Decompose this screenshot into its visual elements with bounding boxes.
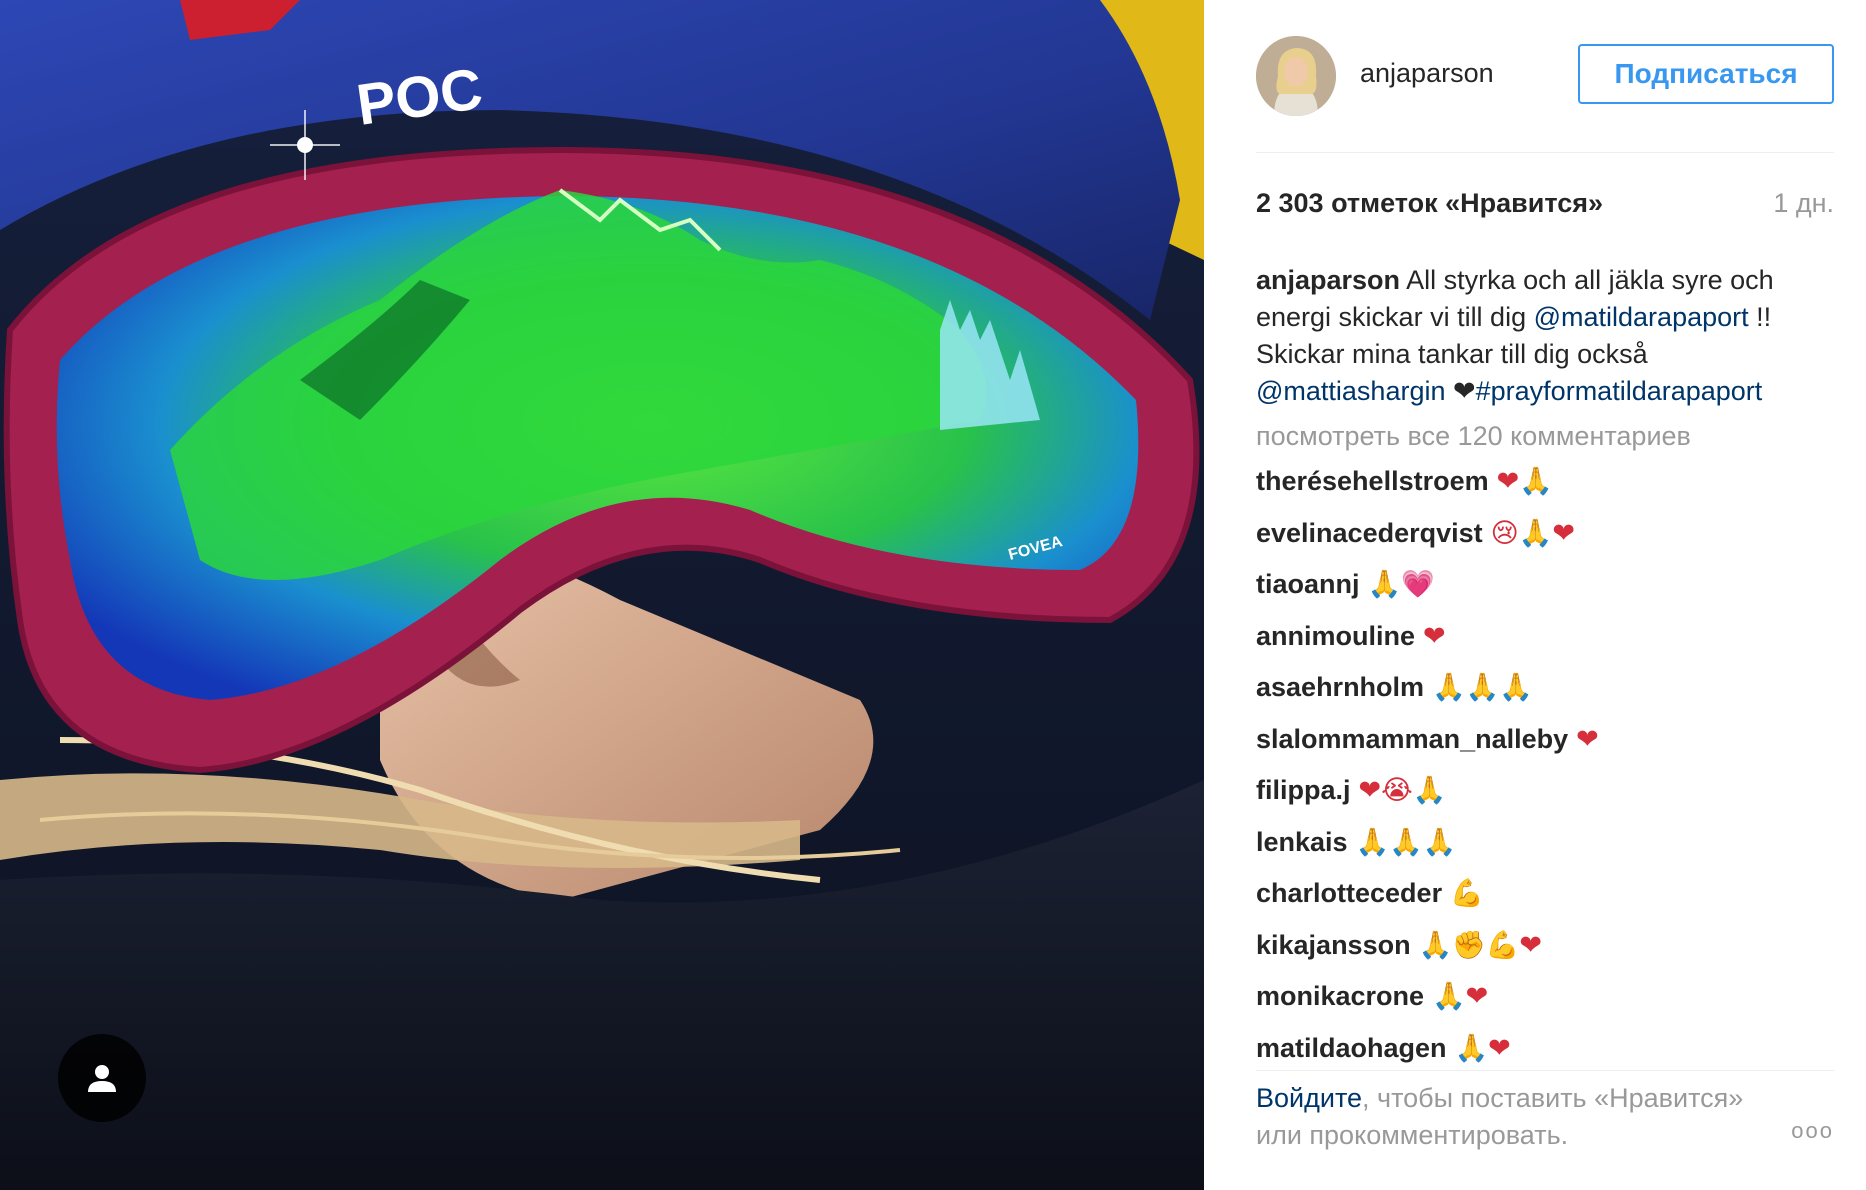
- login-prompt: Войдите, чтобы поставить «Нравится» или …: [1256, 1080, 1776, 1154]
- comment-item: tiaoannj 🙏💗: [1256, 559, 1834, 611]
- header-divider: [1256, 152, 1834, 153]
- comment-username[interactable]: annimouline: [1256, 621, 1415, 651]
- comment-text: 🙏🙏🙏: [1432, 672, 1533, 703]
- avatar-image: [1256, 36, 1336, 116]
- person-tag-icon: [88, 1065, 116, 1092]
- comment-item: matildaohagen 🙏❤: [1256, 1023, 1834, 1075]
- caption-username[interactable]: anjaparson: [1256, 265, 1400, 295]
- comment-text: ❤: [1576, 723, 1599, 755]
- comment-username[interactable]: asaehrnholm: [1256, 672, 1424, 702]
- post-timestamp[interactable]: 1 дн.: [1773, 188, 1834, 219]
- caption-mention-2[interactable]: @mattiashargin: [1256, 376, 1446, 406]
- comment-item: asaehrnholm 🙏🙏🙏: [1256, 662, 1834, 714]
- comment-text: ❤🙏: [1496, 466, 1553, 497]
- login-link[interactable]: Войдите: [1256, 1083, 1362, 1113]
- comment-text: 🙏💗: [1367, 569, 1435, 600]
- comment-list: therésehellstroem ❤🙏 evelinacederqvist 😢🙏❤…: [1256, 456, 1834, 1074]
- caption-heart: ❤: [1453, 376, 1476, 406]
- comment-text: 💪: [1450, 878, 1484, 909]
- avatar[interactable]: [1256, 36, 1336, 116]
- post-sidebar: anjaparson Подписаться 2 303 отметок «Нр…: [1204, 0, 1866, 1190]
- comment-item: therésehellstroem ❤🙏: [1256, 456, 1834, 508]
- comment-text: ❤😭🙏: [1358, 775, 1447, 806]
- comment-username[interactable]: lenkais: [1256, 827, 1348, 857]
- photo-illustration: POC FOVEA: [0, 0, 1204, 1190]
- comment-username[interactable]: evelinacederqvist: [1256, 518, 1483, 548]
- comment-username[interactable]: therésehellstroem: [1256, 466, 1489, 496]
- comment-username[interactable]: charlotteceder: [1256, 878, 1442, 908]
- footer-divider: [1256, 1070, 1834, 1071]
- comment-username[interactable]: slalommamman_nalleby: [1256, 724, 1568, 754]
- caption-mention-1[interactable]: @matildarapaport: [1534, 302, 1749, 332]
- comment-item: charlotteceder 💪: [1256, 868, 1834, 920]
- comments-section: anjaparson All styrka och all jäkla syre…: [1256, 262, 1834, 1074]
- comment-text: 🙏❤: [1432, 981, 1489, 1012]
- post-photo[interactable]: POC FOVEA: [0, 0, 1204, 1190]
- comment-username[interactable]: monikacrone: [1256, 981, 1424, 1011]
- comment-item: lenkais 🙏🙏🙏: [1256, 817, 1834, 869]
- comment-item: kikajansson 🙏✊💪❤: [1256, 920, 1834, 972]
- username-link[interactable]: anjaparson: [1360, 58, 1494, 89]
- comment-item: slalommamman_nalleby ❤: [1256, 714, 1834, 766]
- post-header: anjaparson Подписаться: [1256, 36, 1834, 116]
- instagram-post: POC FOVEA anjaparson Подписаться 2 303 о…: [0, 0, 1866, 1190]
- comment-text: 🙏❤: [1454, 1032, 1511, 1064]
- view-all-comments-link[interactable]: посмотреть все 120 комментариев: [1256, 416, 1834, 456]
- comment-text: 😢🙏❤: [1490, 517, 1576, 549]
- person-tag-button[interactable]: [58, 1034, 146, 1122]
- comment-username[interactable]: matildaohagen: [1256, 1033, 1447, 1063]
- comment-item: annimouline ❤: [1256, 611, 1834, 663]
- caption-hashtag[interactable]: #prayformatildarapaport: [1476, 376, 1763, 406]
- comment-item: filippa.j ❤😭🙏: [1256, 765, 1834, 817]
- likes-row: 2 303 отметок «Нравится» 1 дн.: [1256, 188, 1834, 228]
- follow-button[interactable]: Подписаться: [1578, 44, 1834, 104]
- likes-count[interactable]: 2 303 отметок «Нравится»: [1256, 188, 1603, 219]
- comment-text: ❤: [1423, 620, 1446, 652]
- comment-text: 🙏🙏🙏: [1355, 826, 1457, 858]
- comment-username[interactable]: tiaoannj: [1256, 569, 1360, 599]
- post-caption: anjaparson All styrka och all jäkla syre…: [1256, 262, 1834, 410]
- comment-username[interactable]: kikajansson: [1256, 930, 1411, 960]
- comment-item: evelinacederqvist 😢🙏❤: [1256, 508, 1834, 560]
- post-footer: Войдите, чтобы поставить «Нравится» или …: [1256, 1080, 1834, 1154]
- comment-item: monikacrone 🙏❤: [1256, 971, 1834, 1023]
- comment-username[interactable]: filippa.j: [1256, 775, 1351, 805]
- comment-text: 🙏✊💪❤: [1418, 929, 1543, 961]
- more-options-icon[interactable]: ooo: [1791, 1118, 1834, 1144]
